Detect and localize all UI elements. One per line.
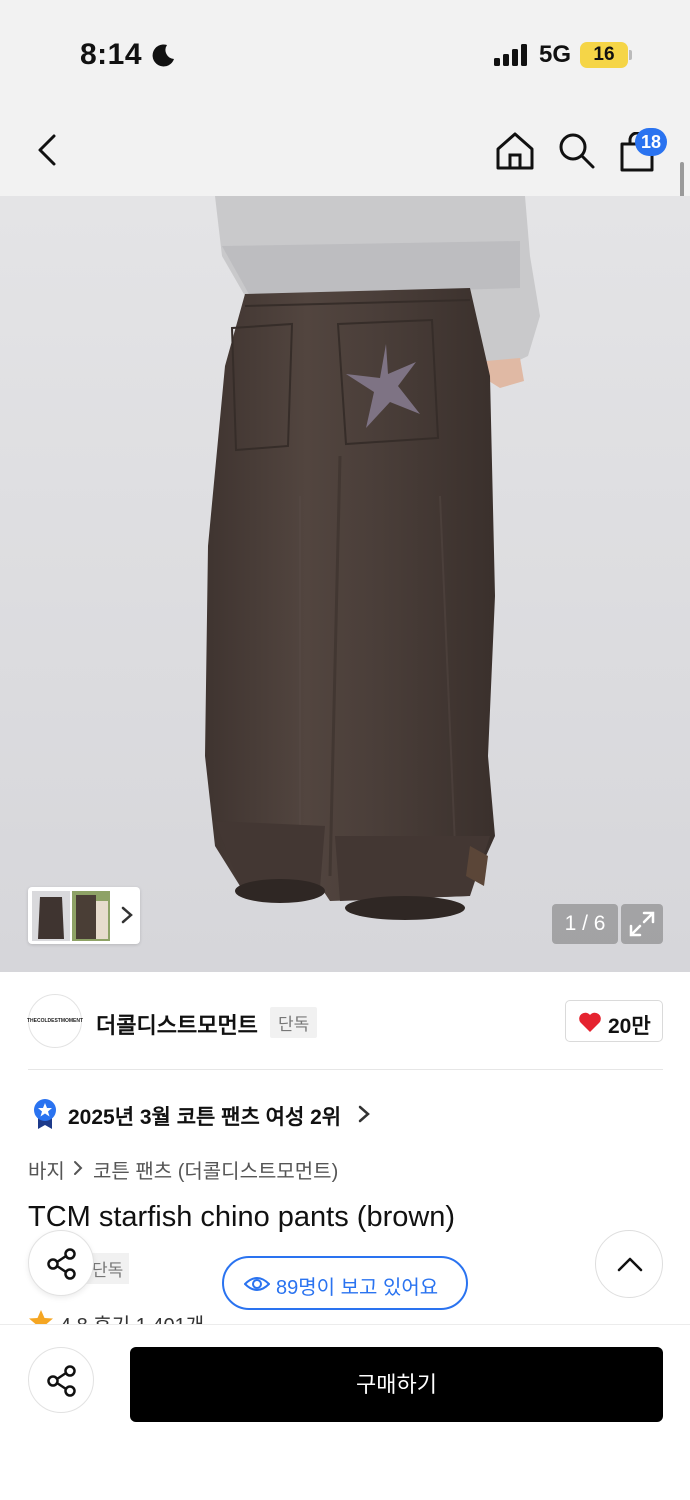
image-page-counter: 1 / 6 [552,904,618,944]
brand-logo-text: THECOLDESTMOMENT [26,1018,84,1024]
status-time: 8:14 [80,38,143,71]
cart-button[interactable]: 18 [617,128,667,174]
breadcrumb-category[interactable]: 바지 [28,1155,65,1184]
product-title: TCM starfish chino pants (brown) [28,1201,456,1233]
share-button[interactable] [28,1230,94,1296]
cart-count-badge: 18 [635,128,667,156]
chevron-right-icon[interactable] [357,1104,371,1124]
viewers-text: 89명이 보고 있어요 [276,1277,439,1299]
brand-name[interactable]: 더콜디스트모먼트 [96,1008,258,1040]
status-bar: 8:14 5G 16 [0,0,690,100]
heart-icon [579,1012,601,1032]
battery-cap [629,50,632,60]
expand-icon [629,911,655,937]
like-button[interactable]: 20만 [565,1000,663,1042]
share-icon [47,1248,76,1280]
breadcrumb-subcategory[interactable]: 코튼 팬츠 (더콜디스트모먼트) [93,1155,338,1184]
bottom-action-bar: 구매하기 [0,1324,690,1500]
exclusive-badge: 단독 [270,1007,318,1038]
viewers-count-pill: 89명이 보고 있어요 [222,1256,468,1310]
thumbnail-2[interactable] [72,891,110,941]
network-label: 5G [539,41,572,68]
divider [28,1069,663,1070]
eye-icon [244,1277,270,1291]
battery-indicator: 16 [580,42,628,68]
expand-image-button[interactable] [621,904,663,944]
share-icon [47,1365,76,1397]
bottom-share-button[interactable] [28,1347,94,1413]
product-main-image[interactable] [0,196,690,972]
ranking-text[interactable]: 2025년 3월 코튼 팬츠 여성 2위 [68,1101,341,1131]
chevron-up-icon [617,1257,643,1272]
buy-button[interactable]: 구매하기 [130,1347,663,1422]
ranking-badge-icon [34,1099,56,1129]
thumbnail-1[interactable] [32,891,70,941]
moon-icon [152,44,174,67]
scroll-to-top-button[interactable] [595,1230,663,1298]
product-photo [0,196,690,972]
thumbnail-strip[interactable] [28,887,140,944]
breadcrumb-separator-icon [74,1161,83,1175]
chevron-right-icon[interactable] [120,905,134,925]
top-nav: 18 [0,100,690,196]
back-arrow-icon[interactable] [30,132,66,168]
signal-icon [494,44,527,66]
brand-logo[interactable]: THECOLDESTMOMENT [26,994,84,1048]
search-icon[interactable] [556,130,596,170]
home-icon[interactable] [494,130,536,172]
like-count: 20만 [608,1015,651,1038]
